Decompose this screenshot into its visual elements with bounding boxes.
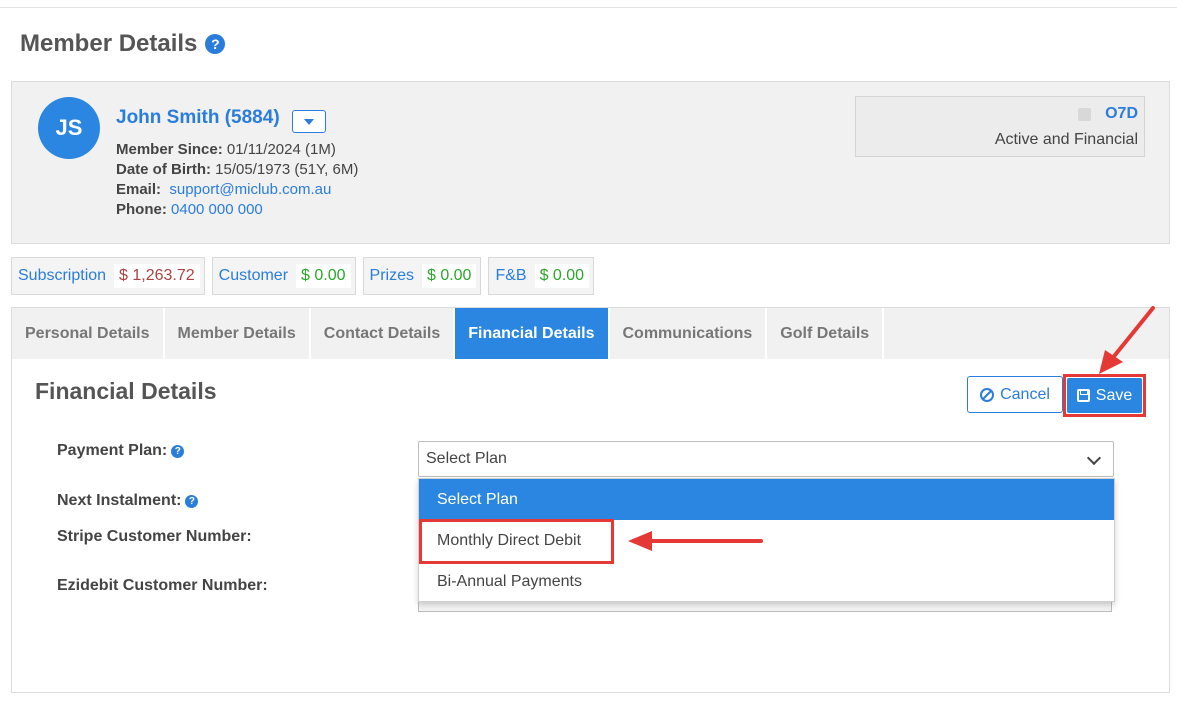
phone-link[interactable]: 0400 000 000 <box>171 201 263 218</box>
tab-communications[interactable]: Communications <box>610 308 768 359</box>
balance-fnb[interactable]: F&B $ 0.00 <box>488 257 595 295</box>
help-icon[interactable]: ? <box>205 34 226 54</box>
dob-row: Date of Birth: 15/05/1973 (51Y, 6M) <box>116 161 359 178</box>
member-tabs-panel: Personal Details Member Details Contact … <box>11 307 1170 693</box>
tab-contact-details[interactable]: Contact Details <box>311 308 456 359</box>
status-text: Active and Financial <box>994 131 1138 148</box>
balances-bar: Subscription $ 1,263.72 Customer $ 0.00 … <box>11 257 595 295</box>
balance-prizes[interactable]: Prizes $ 0.00 <box>362 257 482 295</box>
help-icon[interactable]: ? <box>171 444 185 458</box>
balance-subscription[interactable]: Subscription $ 1,263.72 <box>11 257 205 295</box>
top-border <box>0 0 1177 8</box>
page-title: Member Details ? <box>20 30 226 58</box>
balance-value: $ 0.00 <box>296 264 351 288</box>
next-instalment-label: Next Instalment: ? <box>57 492 199 510</box>
member-summary-card: JS John Smith (5884) Member Since: 01/11… <box>11 81 1170 244</box>
ezidebit-customer-number-label: Ezidebit Customer Number: <box>57 577 268 594</box>
stripe-customer-number-label: Stripe Customer Number: <box>57 528 252 545</box>
tab-financial-details[interactable]: Financial Details <box>455 308 610 359</box>
balance-value: $ 1,263.72 <box>114 264 200 288</box>
tab-personal-details[interactable]: Personal Details <box>12 308 165 359</box>
ban-icon <box>980 387 995 402</box>
option-highlight-box <box>419 519 614 564</box>
caret-down-icon <box>304 118 314 125</box>
chevron-down-icon <box>1086 450 1102 466</box>
tab-bar: Personal Details Member Details Contact … <box>12 308 1169 359</box>
avatar: JS <box>38 97 100 159</box>
status-code: O7D <box>1105 105 1138 122</box>
payment-plan-label: Payment Plan: ? <box>57 442 185 460</box>
email-link[interactable]: support@miclub.com.au <box>169 181 331 198</box>
member-name-link[interactable]: John Smith (5884) <box>116 107 280 129</box>
membership-status-box: O7D Active and Financial <box>855 96 1145 157</box>
option-bi-annual-payments[interactable]: Bi-Annual Payments <box>419 561 1114 602</box>
member-since-row: Member Since: 01/11/2024 (1M) <box>116 141 336 158</box>
cancel-button[interactable]: Cancel <box>967 376 1063 413</box>
balance-customer[interactable]: Customer $ 0.00 <box>211 257 356 295</box>
payment-plan-dropdown-list: Select Plan Monthly Direct Debit Bi-Annu… <box>418 478 1115 602</box>
member-info: Member Since: 01/11/2024 (1M) Date of Bi… <box>116 140 358 220</box>
balance-value: $ 0.00 <box>421 264 477 288</box>
tab-member-details[interactable]: Member Details <box>165 308 311 359</box>
phone-row: Phone: 0400 000 000 <box>116 201 263 218</box>
save-button[interactable]: Save <box>1067 378 1142 413</box>
payment-plan-select[interactable]: Select Plan <box>418 441 1114 477</box>
floppy-disk-icon <box>1076 389 1090 402</box>
section-title: Financial Details <box>35 378 217 404</box>
help-icon[interactable]: ? <box>185 494 199 508</box>
member-actions-dropdown-button[interactable] <box>292 110 326 133</box>
tab-golf-details[interactable]: Golf Details <box>767 308 885 359</box>
status-checkbox[interactable] <box>1078 108 1091 121</box>
page-title-text: Member Details <box>20 30 198 57</box>
option-select-plan[interactable]: Select Plan <box>419 479 1114 520</box>
balance-value: $ 0.00 <box>534 264 590 288</box>
email-row: Email: support@miclub.com.au <box>116 181 332 198</box>
